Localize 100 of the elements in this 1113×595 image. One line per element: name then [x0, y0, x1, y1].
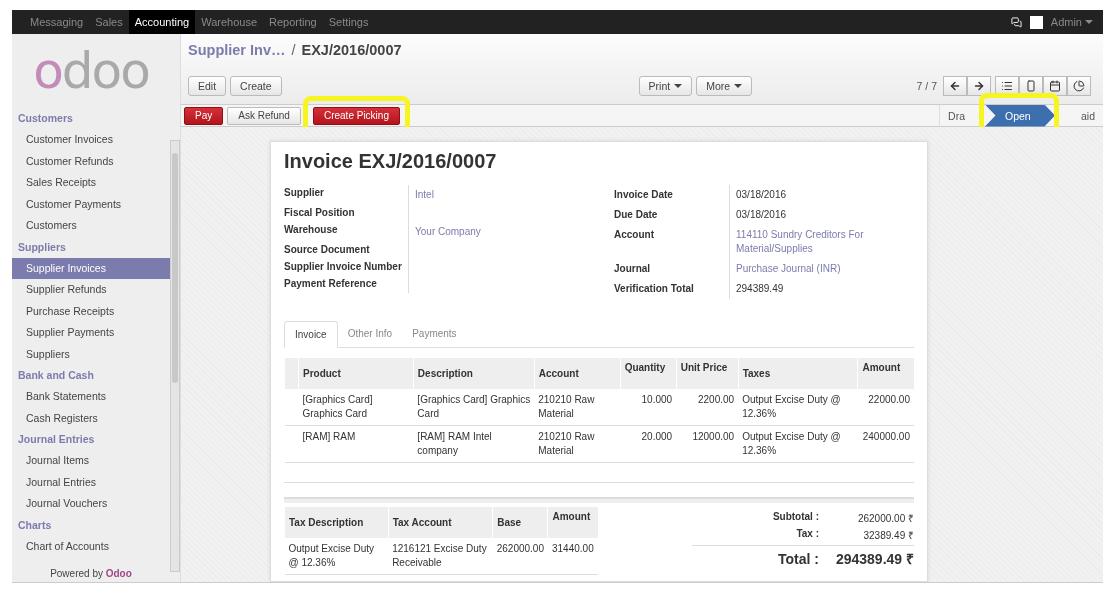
table-cell: 210210 Raw Material: [534, 425, 621, 463]
list-view-button[interactable]: [995, 76, 1019, 96]
sidebar-section-title: Suppliers: [17, 239, 67, 255]
sidebar-item[interactable]: Customer Invoices: [12, 129, 170, 151]
table-cell: 22000.00: [857, 389, 914, 426]
list-icon: [1001, 80, 1013, 92]
tab[interactable]: Invoice: [284, 321, 338, 348]
invoice-title: Invoice EXJ/2016/0007: [284, 150, 498, 173]
table-cell: 20.000: [620, 425, 677, 463]
tab[interactable]: Other Info: [337, 321, 403, 347]
top-menu-item[interactable]: Warehouse: [195, 10, 263, 34]
sidebar-item[interactable]: Customer Refunds: [12, 150, 170, 172]
action-button[interactable]: Pay: [184, 106, 224, 125]
breadcrumb-link[interactable]: Supplier Inv…: [188, 42, 286, 58]
field-label: Invoice Date: [614, 185, 730, 205]
sidebar-section-title: Charts: [17, 517, 53, 533]
table-cell: 240000.00: [857, 425, 914, 463]
column-header: Quantity: [620, 358, 677, 389]
column-header: Base: [492, 507, 548, 538]
top-menu-item[interactable]: Reporting: [263, 10, 323, 34]
sidebar-item[interactable]: Bank Statements: [12, 386, 170, 408]
sidebar-item[interactable]: Journal Items: [12, 450, 170, 472]
column-header: Taxes: [738, 358, 858, 389]
sidebar-section-title: Bank and Cash: [17, 368, 95, 383]
sidebar-item[interactable]: Suppliers: [12, 343, 170, 365]
status-step[interactable]: aid: [1073, 104, 1103, 127]
sidebar-item[interactable]: Purchase Receipts: [12, 300, 170, 322]
next-button[interactable]: [967, 76, 991, 96]
table-cell: 10.000: [620, 389, 677, 426]
chat-icon[interactable]: [1010, 16, 1022, 28]
sidebar-item[interactable]: Sales Receipts: [12, 172, 170, 194]
top-menu-item[interactable]: Sales: [89, 10, 129, 34]
column-header: Description: [413, 358, 535, 389]
field-label: Journal: [614, 259, 730, 279]
table-cell: [RAM] RAM Intel company: [413, 425, 535, 463]
sidebar-item[interactable]: Cash Registers: [12, 407, 170, 429]
sidebar-item[interactable]: Customer Payments: [12, 193, 170, 215]
field-value: 03/18/2016: [735, 188, 788, 202]
dropdown-button[interactable]: Print: [638, 76, 693, 96]
toolbar-button[interactable]: Create: [230, 76, 282, 96]
table-cell: [Graphics Card] Graphics Card: [413, 389, 535, 426]
table-cell: 210210 Raw Material: [534, 389, 621, 426]
left-arrow-icon: [949, 80, 961, 92]
sidebar-item[interactable]: Journal Vouchers: [12, 493, 170, 515]
field-label: Account: [614, 225, 730, 259]
total-value: 32389.49 ₹: [862, 529, 914, 542]
grand-total-value: 294389.49 ₹: [834, 550, 914, 568]
sidebar-item[interactable]: Supplier Invoices: [12, 257, 170, 279]
breadcrumb-current: EXJ/2016/0007: [301, 42, 402, 58]
total-label: Tax :: [795, 528, 819, 541]
field-label: Due Date: [614, 205, 730, 225]
table-cell: Output Excise Duty @ 12.36%: [738, 425, 858, 463]
sidebar-section-title: Journal Entries: [17, 432, 96, 447]
column-header: Amount: [857, 358, 914, 389]
action-button[interactable]: Create Picking: [312, 106, 400, 125]
pager-text: 7 / 7: [916, 80, 937, 92]
sidebar-item[interactable]: Customers: [12, 215, 170, 237]
field-value-link[interactable]: Purchase Journal (INR): [730, 259, 914, 279]
column-header: Account: [534, 358, 621, 389]
calendar-view-button[interactable]: [1043, 76, 1067, 96]
toolbar-button[interactable]: Edit: [188, 76, 227, 96]
dropdown-button[interactable]: More: [696, 76, 753, 96]
field-value: 294389.49: [735, 282, 785, 296]
sidebar-item[interactable]: Supplier Refunds: [12, 279, 170, 301]
field-label: Supplier Invoice Number: [284, 259, 409, 276]
powered-by-text: Powered by Odoo: [49, 568, 133, 581]
table-cell: [Graphics Card] Graphics Card: [298, 389, 414, 426]
table-cell: Output Excise Duty @ 12.36%: [284, 538, 389, 575]
top-menu-item[interactable]: Settings: [322, 10, 375, 34]
field-label: Payment Reference: [284, 276, 409, 293]
logo: odoo: [32, 41, 150, 102]
table-cell: [RAM] RAM: [298, 425, 414, 463]
user-menu[interactable]: Admin: [1050, 16, 1093, 28]
sidebar-item[interactable]: Supplier Payments: [12, 322, 170, 344]
sidebar-item[interactable]: Chart of Accounts: [12, 535, 170, 557]
sidebar-item[interactable]: Journal Entries: [12, 471, 170, 493]
table-cell: 12000.00: [676, 425, 739, 463]
table-cell: Output Excise Duty @ 12.36%: [738, 389, 858, 426]
graph-view-button[interactable]: [1067, 76, 1091, 96]
user-avatar: [1029, 15, 1043, 29]
field-value-link[interactable]: 114110 Sundry Creditors For Material/Supplies: [730, 225, 914, 259]
previous-button[interactable]: [943, 76, 967, 96]
top-menu-item[interactable]: Accounting: [128, 10, 196, 34]
status-step[interactable]: Dra: [940, 104, 973, 127]
grand-total-label: Total :: [777, 550, 819, 567]
scrollbar[interactable]: [170, 140, 180, 572]
field-value-link[interactable]: Your Company: [409, 222, 614, 242]
top-menu-item[interactable]: Messaging: [24, 10, 90, 34]
action-button[interactable]: Ask Refund: [227, 106, 301, 125]
column-header: Unit Price: [676, 358, 739, 389]
column-header: Tax Account: [388, 507, 493, 538]
field-label: Warehouse: [284, 222, 409, 242]
tab[interactable]: Payments: [402, 321, 467, 347]
column-header: Amount: [548, 507, 598, 538]
breadcrumb-separator: /: [291, 42, 296, 58]
status-step[interactable]: Open: [985, 104, 1055, 127]
table-cell: 262000.00: [492, 538, 548, 575]
column-header: Tax Description: [284, 507, 389, 538]
field-value-link[interactable]: Intel: [409, 185, 614, 205]
table-cell: 31440.00: [548, 538, 598, 575]
